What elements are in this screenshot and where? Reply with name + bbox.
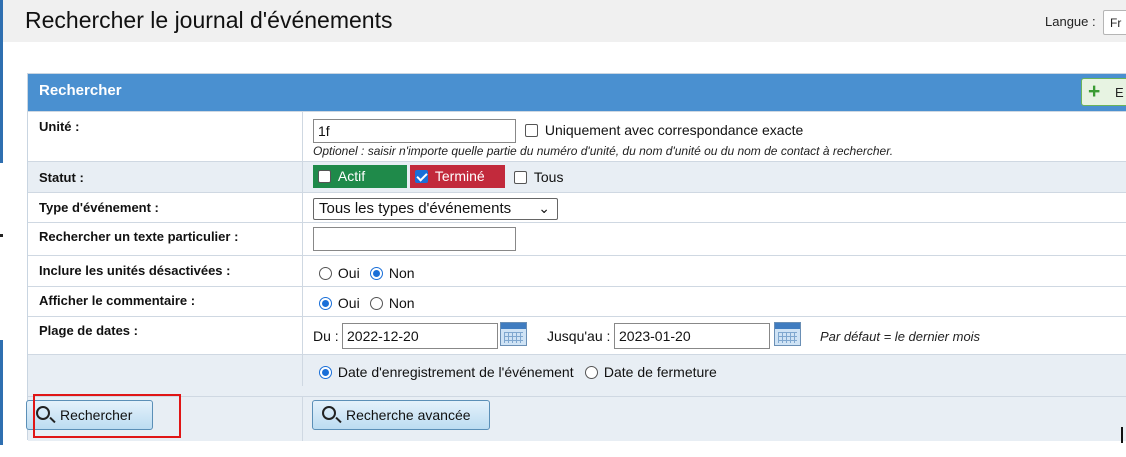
date-mode-row: Date d'enregistrement de l'événement Dat… [28,354,1126,386]
include-disabled-oui-label: Oui [337,265,360,281]
plus-icon: + [1088,80,1101,103]
show-comment-oui-option[interactable]: Oui [319,295,360,311]
closing-date-radio[interactable] [585,366,598,379]
unit-input[interactable] [313,119,516,143]
status-termine-option[interactable]: Terminé [410,165,505,188]
text-cursor [1121,427,1123,443]
advanced-search-button-label: Recherche avancée [346,407,471,423]
chevron-down-icon: ⌄ [538,200,550,216]
add-button-label: E [1115,85,1124,100]
edge-marker [0,234,3,237]
exact-match-checkbox[interactable] [525,124,538,137]
show-comment-row: Afficher le commentaire : Oui Non [28,286,1126,316]
termine-checkbox[interactable] [415,170,428,183]
date-range-value-cell: Du : Jusqu'au : Par défaut = le dernier … [303,317,1126,354]
include-disabled-oui-option[interactable]: Oui [319,265,360,281]
actif-checkbox[interactable] [318,170,331,183]
unit-label: Unité : [28,112,303,161]
show-comment-non-label: Non [388,295,415,311]
registration-date-radio[interactable] [319,366,332,379]
language-label: Langue : [1045,14,1096,29]
include-disabled-non-label: Non [388,265,415,281]
show-comment-non-radio[interactable] [370,297,383,310]
search-button-highlight [33,394,181,438]
from-date-input[interactable] [342,323,498,349]
date-mode-label-cell [28,355,303,386]
status-tous-option[interactable]: Tous [514,169,563,185]
actif-label: Actif [337,168,366,184]
unit-value-cell: Uniquement avec correspondance exacte Op… [303,112,1126,161]
date-range-row: Plage de dates : Du : Jusqu'au : Par déf… [28,316,1126,354]
search-icon [322,406,336,420]
show-comment-oui-radio[interactable] [319,297,332,310]
unit-row: Unité : Uniquement avec correspondance e… [28,111,1126,161]
advanced-search-button[interactable]: Recherche avancée [312,400,490,430]
closing-date-label: Date de fermeture [603,364,717,380]
to-date-input[interactable] [614,323,770,349]
include-disabled-non-option[interactable]: Non [370,265,415,281]
date-range-label: Plage de dates : [28,317,303,354]
search-panel: Rechercher + E Unité : Uniquement avec c… [26,73,1126,441]
registration-date-label: Date d'enregistrement de l'événement [337,364,574,380]
status-value-cell: Actif Terminé Tous [303,162,1126,192]
actions-row: Rechercher Recherche avancée [26,396,1126,441]
event-type-selected: Tous les types d'événements [319,200,512,217]
closing-date-option[interactable]: Date de fermeture [585,364,717,380]
termine-label: Terminé [434,168,485,184]
left-accent-bar-lower [0,340,3,445]
search-text-row: Rechercher un texte particulier : [28,222,1126,255]
status-label: Statut : [28,162,303,192]
show-comment-value-cell: Oui Non [303,287,1126,316]
page-header: Rechercher le journal d'événements Langu… [3,0,1126,42]
status-actif-option[interactable]: Actif [313,165,407,188]
panel-header: Rechercher + E [28,74,1126,111]
registration-date-option[interactable]: Date d'enregistrement de l'événement [319,364,574,380]
include-disabled-non-radio[interactable] [370,267,383,280]
unit-hint: Optionel : saisir n'importe quelle parti… [313,144,894,158]
status-row: Statut : Actif Terminé Tous [28,161,1126,192]
language-select[interactable]: Fr [1103,10,1126,35]
from-calendar-icon[interactable] [500,322,527,346]
date-mode-value-cell: Date d'enregistrement de l'événement Dat… [303,355,1126,386]
add-button[interactable]: + E [1081,78,1126,106]
event-type-row: Type d'événement : Tous les types d'évén… [28,192,1126,222]
panel-title: Rechercher [39,82,122,99]
exact-match-label: Uniquement avec correspondance exacte [544,122,804,138]
actions-right-cell: Recherche avancée [303,397,1126,441]
show-comment-non-option[interactable]: Non [370,295,415,311]
tous-label: Tous [533,169,564,185]
search-text-input[interactable] [313,227,516,251]
date-default-hint: Par défaut = le dernier mois [820,329,981,344]
from-label: Du : [313,328,339,344]
page-title: Rechercher le journal d'événements [25,7,393,33]
include-disabled-oui-radio[interactable] [319,267,332,280]
event-type-label: Type d'événement : [28,193,303,222]
search-text-label: Rechercher un texte particulier : [28,223,303,255]
include-disabled-value-cell: Oui Non [303,256,1126,286]
tous-checkbox[interactable] [514,171,527,184]
to-calendar-icon[interactable] [774,322,801,346]
include-disabled-label: Inclure les unités désactivées : [28,256,303,286]
show-comment-oui-label: Oui [337,295,360,311]
event-type-select[interactable]: Tous les types d'événements ⌄ [313,198,558,220]
search-text-value-cell [303,223,1126,255]
include-disabled-row: Inclure les unités désactivées : Oui Non [28,255,1126,286]
exact-match-option[interactable]: Uniquement avec correspondance exacte [525,122,803,138]
event-type-value-cell: Tous les types d'événements ⌄ [303,193,1126,222]
to-label: Jusqu'au : [547,328,611,344]
show-comment-label: Afficher le commentaire : [28,287,303,316]
